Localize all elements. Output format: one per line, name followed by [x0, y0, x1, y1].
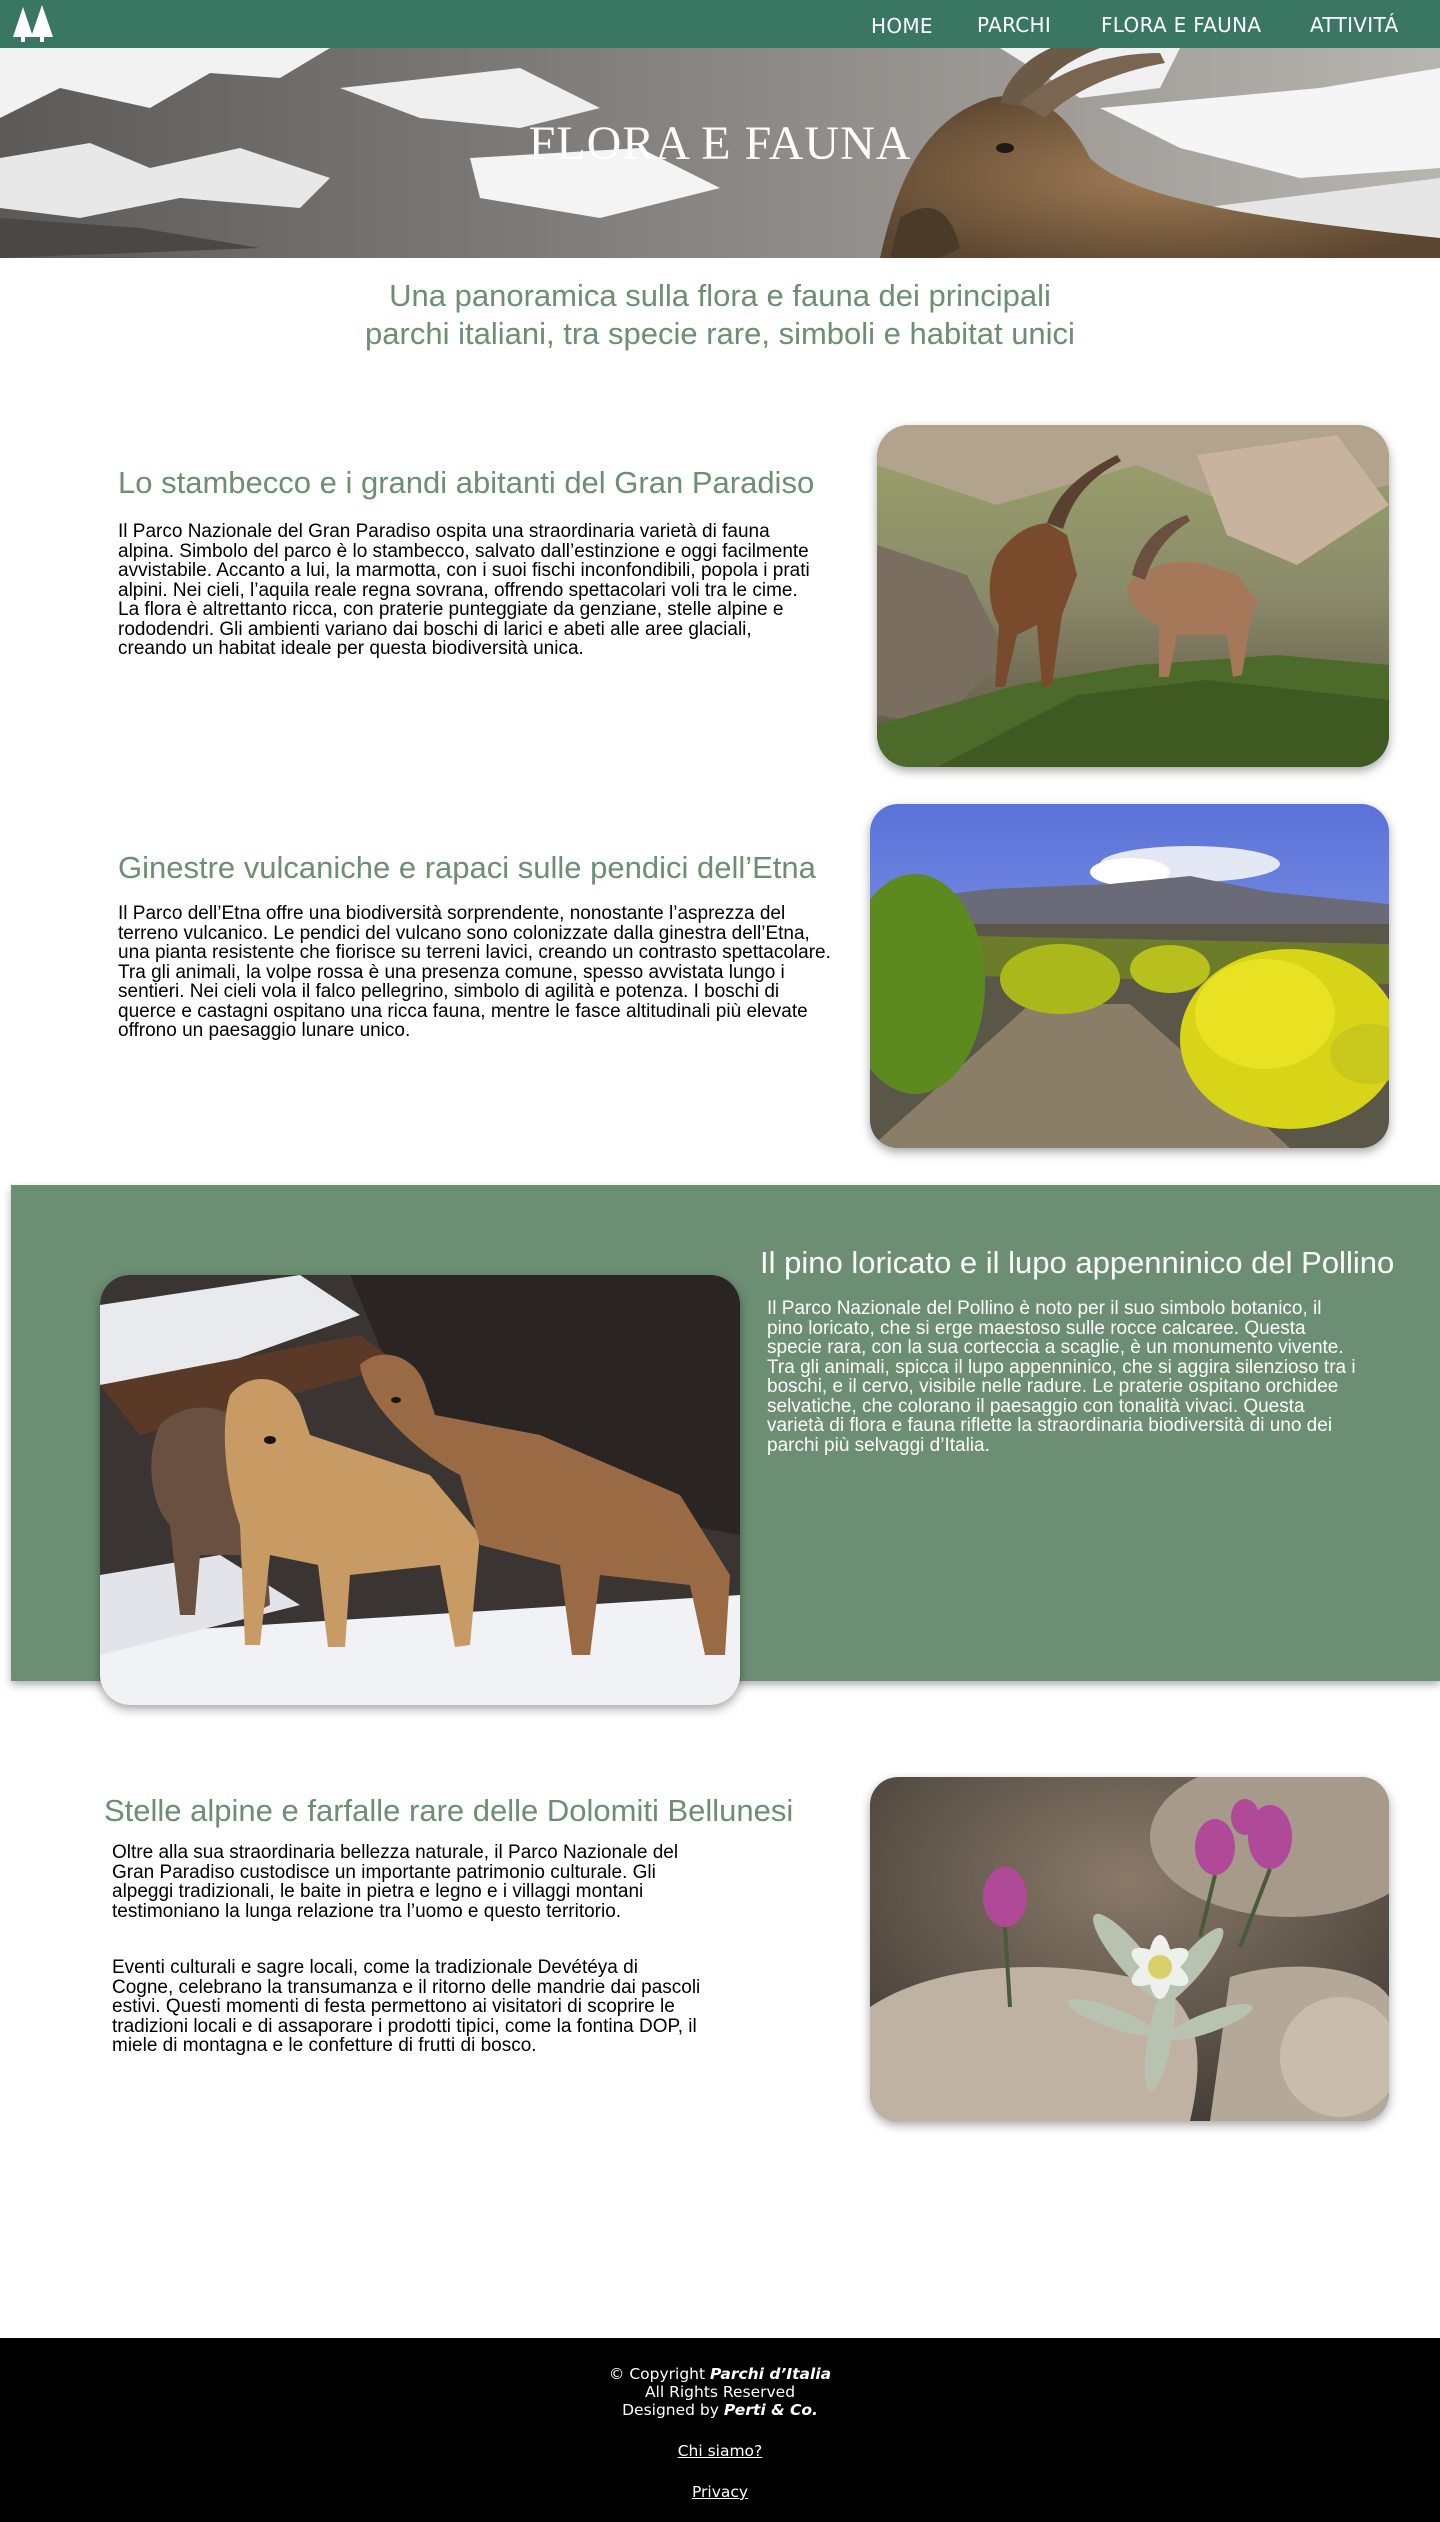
subtitle-line-1: Una panoramica sulla flora e fauna dei p…: [389, 278, 1051, 313]
section-title-gran-paradiso: Lo stambecco e i grandi abitanti del Gra…: [118, 465, 815, 500]
designed-prefix: Designed by: [622, 2401, 724, 2419]
footer-copyright: © Copyright Parchi d’Italia: [0, 2365, 1440, 2383]
footer-designer: Perti & Co.: [723, 2401, 818, 2419]
section-text-gran-paradiso: Il Parco Nazionale del Gran Paradiso osp…: [118, 521, 810, 659]
nav-link-home[interactable]: HOME: [871, 0, 933, 48]
footer-rights: All Rights Reserved: [644, 2383, 796, 2401]
nav-link-attivita[interactable]: ATTIVITÁ: [1310, 0, 1398, 48]
footer-link-privacy[interactable]: Privacy: [692, 2483, 748, 2501]
section-title-pollino: Il pino loricato e il lupo appenninico d…: [760, 1245, 1395, 1280]
section-text-pollino: Il Parco Nazionale del Pollino è noto pe…: [767, 1298, 1356, 1456]
hero-title: FLORA E FAUNA: [528, 117, 912, 170]
nav-link-parchi[interactable]: PARCHI: [977, 0, 1051, 48]
footer-link-chi-siamo[interactable]: Chi siamo?: [678, 2442, 763, 2460]
footer-designed-by: Designed by Perti & Co.: [0, 2401, 1440, 2419]
edelweiss-and-pink-flowers-photo: [870, 1777, 1389, 2121]
footer-brand: Parchi d’Italia: [709, 2365, 832, 2383]
section-title-etna: Ginestre vulcaniche e rapaci sulle pendi…: [118, 850, 816, 885]
subtitle-line-2: parchi italiani, tra specie rare, simbol…: [365, 316, 1075, 351]
page-subtitle: Una panoramica sulla flora e fauna dei p…: [270, 277, 1170, 353]
wolves-in-snow-photo: [100, 1275, 740, 1705]
section-text-dolomiti-1: Oltre alla sua straordinaria bellezza na…: [112, 1842, 679, 1922]
hero-banner: FLORA E FAUNA: [0, 48, 1440, 258]
two-ibexes-on-grassy-slope-photo: [877, 425, 1389, 767]
top-navbar: HOME PARCHI FLORA E FAUNA ATTIVITÁ: [0, 0, 1440, 48]
trees-logo-icon[interactable]: [12, 3, 54, 43]
section-title-dolomiti: Stelle alpine e farfalle rare delle Dolo…: [104, 1793, 794, 1828]
nav-link-flora-e-fauna[interactable]: FLORA E FAUNA: [1101, 0, 1261, 48]
yellow-broom-bushes-etna-photo: [870, 804, 1389, 1148]
section-text-etna: Il Parco dell’Etna offre una biodiversit…: [118, 903, 831, 1041]
copyright-prefix: © Copyright: [608, 2365, 710, 2383]
section-text-dolomiti-2: Eventi culturali e sagre locali, come la…: [112, 1957, 701, 2056]
site-footer: © Copyright Parchi d’Italia All Rights R…: [0, 2338, 1440, 2522]
